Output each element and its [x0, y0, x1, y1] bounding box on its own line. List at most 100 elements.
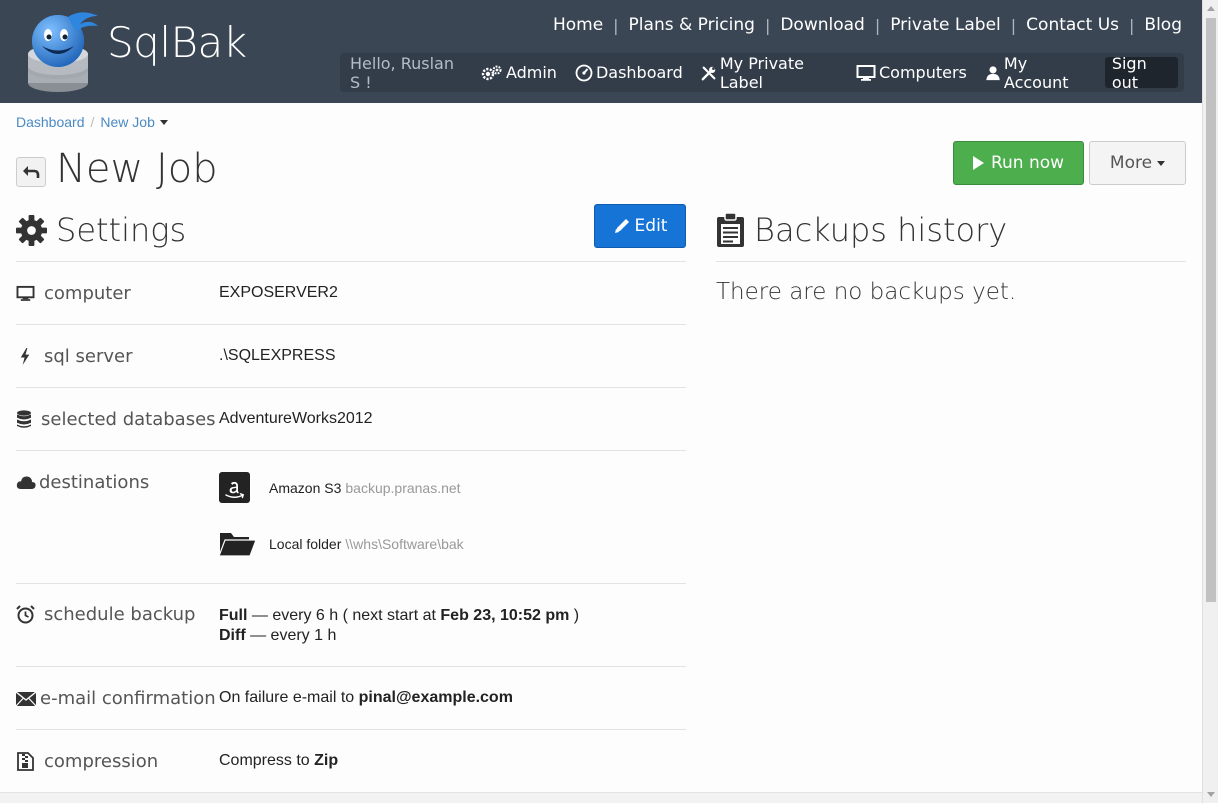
dashboard-gauge-icon — [575, 64, 593, 81]
sign-out-button[interactable]: Sign out — [1104, 54, 1179, 92]
divider — [16, 261, 686, 262]
email-address: pinal@example.com — [358, 689, 513, 706]
divider — [16, 387, 686, 388]
caret-down-icon — [1157, 160, 1166, 166]
nav-blog[interactable]: Blog — [1134, 15, 1182, 35]
breadcrumb-separator: / — [90, 114, 95, 130]
sql-server-value: .\SQLEXPRESS — [219, 347, 336, 364]
user-icon — [986, 65, 1000, 80]
destination-type: Amazon S3 — [269, 479, 342, 496]
sql-server-label: sql server — [44, 346, 133, 367]
amazon-logo-icon — [219, 472, 250, 503]
lightning-bolt-icon — [20, 348, 30, 365]
nav-download[interactable]: Download — [770, 15, 875, 35]
envelope-icon — [16, 691, 36, 706]
backups-history-heading: Backups history — [716, 211, 1007, 249]
divider — [16, 729, 686, 730]
run-now-label: Run now — [990, 153, 1065, 173]
databases-value: AdventureWorks2012 — [219, 410, 373, 427]
compression-label-row: compression — [16, 751, 158, 772]
play-icon — [972, 156, 984, 170]
greeting: Hello, Ruslan S ! — [350, 53, 454, 92]
settings-heading: Settings — [16, 211, 186, 249]
destination-amazon-s3[interactable]: Amazon S3 backup.pranas.net — [219, 472, 461, 503]
nav-home[interactable]: Home — [543, 15, 613, 35]
email-label: e-mail confirmation — [40, 688, 216, 709]
schedule-full-text: — every 6 h ( next start at — [247, 607, 441, 624]
usernav-admin[interactable]: Admin — [481, 63, 557, 82]
email-value: On failure e-mail to pinal@example.com — [219, 689, 513, 707]
databases-label: selected databases — [41, 409, 216, 430]
user-navigation: Hello, Ruslan S ! Admin Dashboard My Pri… — [340, 53, 1184, 92]
gear-icon — [16, 214, 47, 246]
folder-open-icon — [219, 533, 257, 557]
schedule-diff-kind: Diff — [219, 627, 246, 644]
more-dropdown-button[interactable]: More — [1089, 141, 1186, 185]
compression-format: Zip — [314, 752, 339, 769]
pencil-icon — [614, 219, 629, 233]
schedule-label: schedule backup — [44, 604, 196, 625]
usernav-dashboard-label: Dashboard — [595, 63, 683, 82]
destination-local-folder[interactable]: Local folder \\whs\Software\bak — [219, 528, 464, 559]
page-title: New Job — [56, 146, 218, 192]
chevron-down-icon[interactable] — [159, 119, 168, 125]
sqlbak-logo-icon[interactable] — [18, 8, 102, 94]
breadcrumb-new-job[interactable]: New Job — [100, 114, 154, 130]
computer-label: computer — [44, 283, 131, 304]
destination-path: backup.pranas.net — [345, 479, 461, 496]
compression-text: Compress to — [219, 752, 315, 769]
usernav-account[interactable]: My Account — [985, 54, 1087, 92]
computer-value: EXPOSERVER2 — [219, 284, 338, 301]
edit-button[interactable]: Edit — [594, 204, 686, 248]
brand-name[interactable]: SqlBak — [107, 18, 247, 67]
horizontal-scrollbar[interactable] — [0, 792, 1202, 803]
usernav-computers[interactable]: Computers — [856, 63, 967, 82]
divider — [16, 450, 686, 451]
cloud-icon — [16, 476, 36, 489]
divider — [716, 261, 1186, 262]
back-button[interactable] — [16, 157, 46, 187]
usernav-private-label[interactable]: My Private Label — [701, 54, 838, 92]
vertical-scrollbar[interactable] — [1202, 0, 1218, 803]
compression-value: Compress to Zip — [219, 752, 338, 770]
schedule-full: Full — every 6 h ( next start at Feb 23,… — [219, 606, 579, 626]
nav-private-label[interactable]: Private Label — [880, 15, 1011, 35]
divider — [16, 583, 686, 584]
archive-zip-icon — [17, 752, 34, 771]
divider — [16, 324, 686, 325]
settings-title: Settings — [56, 211, 187, 249]
schedule-diff: Diff — every 1 h — [219, 626, 579, 646]
usernav-dashboard[interactable]: Dashboard — [575, 63, 683, 82]
run-now-button[interactable]: Run now — [953, 141, 1084, 185]
usernav-computers-label: Computers — [878, 63, 967, 82]
alarm-clock-icon — [16, 605, 35, 624]
scrollbar-thumb[interactable] — [1206, 18, 1216, 602]
schedule-diff-text: — every 1 h — [245, 627, 337, 644]
monitor-icon — [16, 285, 35, 301]
scroll-down-arrow-icon[interactable] — [1207, 792, 1215, 797]
clipboard-list-icon — [717, 212, 744, 247]
email-label-row: e-mail confirmation — [16, 688, 216, 709]
divider — [16, 666, 686, 667]
more-label: More — [1109, 153, 1153, 173]
tools-wrench-icon — [701, 66, 716, 80]
database-icon — [17, 410, 31, 428]
nav-contact-us[interactable]: Contact Us — [1016, 15, 1129, 35]
breadcrumb-dashboard[interactable]: Dashboard — [16, 114, 85, 130]
destination-type: Local folder — [269, 535, 342, 552]
usernav-private-label-label: My Private Label — [719, 53, 804, 92]
gears-icon — [481, 65, 502, 80]
destinations-label: destinations — [39, 472, 150, 493]
usernav-admin-label: Admin — [505, 63, 557, 82]
backups-history-title: Backups history — [754, 211, 1008, 249]
sql-server-label-row: sql server — [16, 346, 133, 367]
usernav-account-label: My Account — [1003, 53, 1069, 92]
scroll-up-arrow-icon[interactable] — [1207, 6, 1215, 11]
schedule-value: Full — every 6 h ( next start at Feb 23,… — [219, 606, 579, 646]
monitor-icon — [856, 64, 876, 81]
site-header: SqlBak Home | Plans & Pricing | Download… — [0, 0, 1202, 103]
nav-plans-pricing[interactable]: Plans & Pricing — [619, 15, 765, 35]
computer-label-row: computer — [16, 283, 131, 304]
schedule-label-row: schedule backup — [16, 604, 195, 625]
destinations-label-row: destinations — [16, 472, 149, 493]
